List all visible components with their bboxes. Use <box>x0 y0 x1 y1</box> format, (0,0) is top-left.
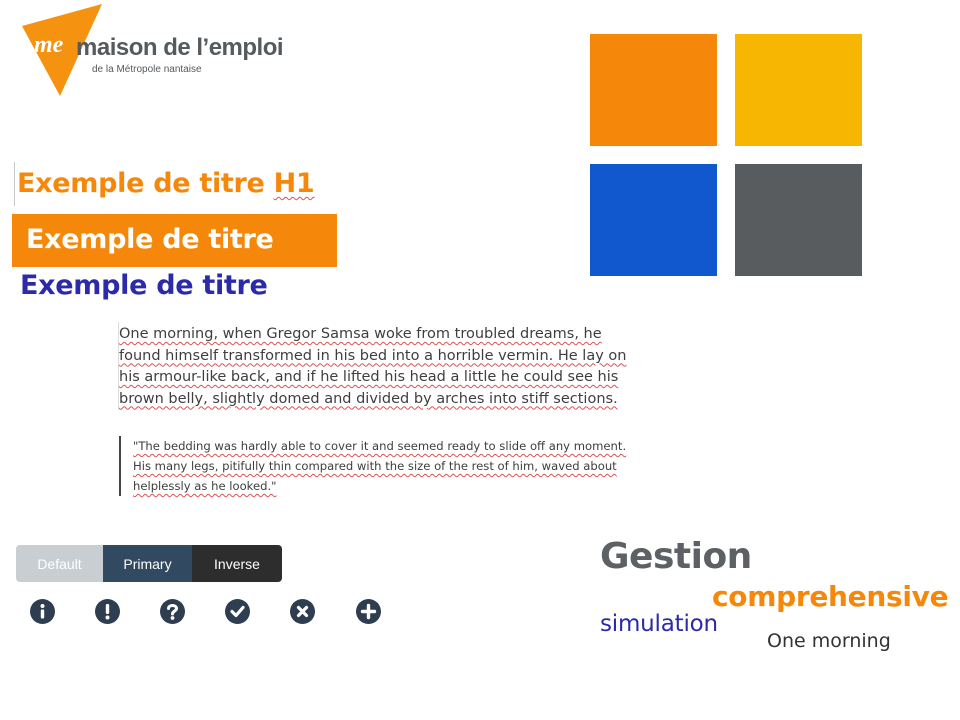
logo-subtitle: de la Métropole nantaise <box>92 64 202 75</box>
swatch-blue <box>590 164 717 276</box>
primary-button[interactable]: Primary <box>103 545 192 582</box>
body-paragraph: One morning, when Gregor Samsa woke from… <box>119 326 627 407</box>
plus-icon[interactable] <box>356 599 381 624</box>
heading-h1: Exemple de titre H1 <box>17 168 315 199</box>
logo-name: maison de l’emploi <box>76 34 284 61</box>
swatch-orange <box>590 34 717 146</box>
brand-logo: me maison de l’emploi de la Métropole na… <box>18 4 288 100</box>
info-icon[interactable] <box>30 599 55 624</box>
word-cloud-gestion: Gestion <box>600 536 752 577</box>
text-cursor-line <box>14 162 15 206</box>
swatch-yellow <box>735 34 862 146</box>
question-icon[interactable] <box>160 599 185 624</box>
heading-h3: Exemple de titre <box>20 270 268 301</box>
word-cloud-simulation: simulation <box>600 611 718 637</box>
close-icon[interactable] <box>290 599 315 624</box>
heading-h2-banner: Exemple de titre <box>12 214 337 267</box>
heading-h1-text: Exemple de titre <box>17 168 274 199</box>
word-cloud-comprehensive: comprehensive <box>712 580 949 613</box>
swatch-gray <box>735 164 862 276</box>
word-cloud-one-morning: One morning <box>767 630 891 652</box>
check-icon[interactable] <box>225 599 250 624</box>
exclamation-icon[interactable] <box>95 599 120 624</box>
logo-mark-text: me <box>34 32 64 58</box>
default-button[interactable]: Default <box>16 545 103 582</box>
blockquote: "The bedding was hardly able to cover it… <box>119 436 641 496</box>
heading-h1-suffix: H1 <box>273 168 315 199</box>
button-group: Default Primary Inverse <box>16 545 282 582</box>
inverse-button[interactable]: Inverse <box>192 545 282 582</box>
